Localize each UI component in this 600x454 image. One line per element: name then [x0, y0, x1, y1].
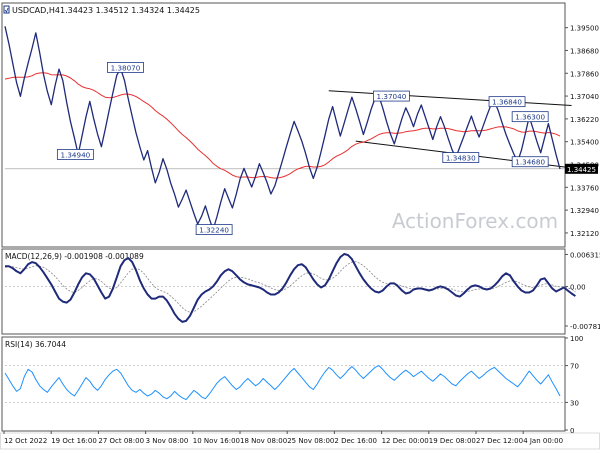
macd-signal-line [4, 261, 576, 313]
rsi-line [4, 365, 561, 401]
time-axis-label: 3 Nov 08:00 [146, 437, 189, 445]
macd-line [5, 253, 576, 323]
time-axis-label: 2 Dec 16:00 [334, 437, 377, 445]
price-axis-label: 1.32940 [570, 207, 599, 215]
chart-window: ActionForex.com USDCAD,H4 1.34423 1.3451… [0, 0, 600, 450]
time-axis-label: 18 Nov 08:00 [240, 437, 287, 445]
price-annotation-label: 1.34680 [515, 158, 545, 167]
current-price-label: 1.34425 [567, 166, 596, 174]
price-axis-label: 1.35400 [570, 139, 599, 147]
macd-plot [4, 253, 576, 323]
rsi-axis-label: 70 [570, 363, 579, 371]
chart-up-icon [4, 7, 9, 13]
price-axis-label: 1.32120 [570, 230, 599, 238]
rsi-axis-label: 0 [570, 427, 574, 435]
channel-upper-line [328, 90, 572, 107]
price-plot: 1.38070 1.34940 1.32240 1.37040 1.34830 1.368… [4, 26, 572, 235]
price-axis-label: 1.37040 [570, 93, 599, 101]
chart-canvas[interactable]: ActionForex.com USDCAD,H4 1.34423 1.3451… [0, 0, 600, 450]
price-axis-label: 1.38680 [570, 47, 599, 55]
time-axis-label: 10 Nov 16:00 [193, 437, 240, 445]
time-axis-label: 4 Jan 00:00 [523, 437, 563, 445]
price-axis-label: 1.33760 [570, 184, 599, 192]
price-axis-label: 1.36220 [570, 116, 599, 124]
symbol-label: USDCAD,H4 [12, 6, 60, 15]
macd-axis-label: 0.00 [570, 283, 586, 291]
price-annotation-label: 1.36840 [492, 98, 522, 107]
ohlc-readout: 1.34423 1.34512 1.34324 1.34425 [60, 6, 200, 15]
price-annotation-label: 1.37040 [377, 92, 407, 101]
time-axis-label: 25 Nov 08:00 [287, 437, 334, 445]
time-axis-label: 19 Dec 08:00 [429, 437, 476, 445]
macd-axis-label: -0.007818 [570, 323, 600, 331]
time-axis-label: 27 Oct 08:00 [98, 437, 144, 445]
time-axis-label: 12 Dec 00:00 [382, 437, 429, 445]
rsi-plot [4, 365, 565, 403]
price-line [4, 26, 561, 231]
time-axis-label: 27 Dec 12:00 [476, 437, 523, 445]
price-annotation-label: 1.34940 [61, 150, 91, 159]
rsi-axis-label: 100 [570, 335, 583, 343]
rsi-panel-frame [1, 336, 566, 432]
macd-panel-frame [1, 248, 566, 335]
time-axis-label: 19 Oct 16:00 [51, 437, 97, 445]
time-axis-label: 12 Oct 2022 [4, 437, 47, 445]
price-annotation-label: 1.36300 [515, 113, 545, 122]
price-axis-label: 1.37860 [570, 70, 599, 78]
price-annotation-label: 1.34830 [446, 154, 476, 163]
price-annotation-label: 1.32240 [199, 226, 229, 235]
rsi-axis-label: 30 [570, 399, 579, 407]
macd-axis-label: 0.006315 [570, 251, 600, 259]
rsi-title: RSI(14) 36.7044 [5, 340, 66, 349]
price-annotation-label: 1.38070 [111, 63, 141, 72]
macd-title: MACD(12,26,9) -0.001908 -0.001089 [5, 252, 144, 261]
watermark-text: ActionForex.com [392, 209, 558, 233]
symbol-header: USDCAD,H4 1.34423 1.34512 1.34324 1.3442… [3, 5, 200, 15]
price-axis-label: 1.39500 [570, 25, 599, 33]
